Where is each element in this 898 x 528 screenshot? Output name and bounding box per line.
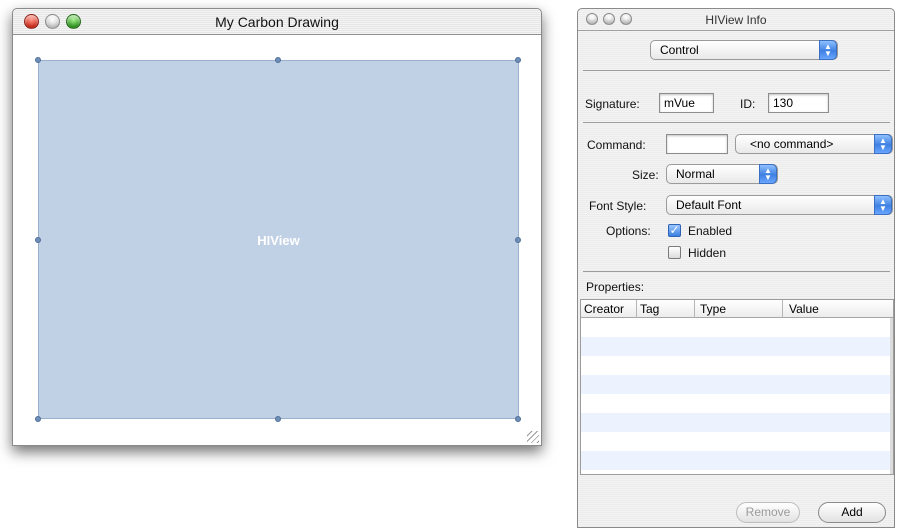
properties-label: Properties: [586,280,645,294]
add-button[interactable]: Add [818,502,886,523]
column-header-tag[interactable]: Tag [637,300,695,318]
size-label: Size: [632,168,659,182]
close-button[interactable] [24,14,39,29]
resize-handle-top[interactable] [275,57,281,63]
category-popup[interactable]: Control ▲ ▼ [650,40,838,60]
table-scrollbar[interactable] [890,318,893,474]
column-header-creator[interactable]: Creator [581,300,637,318]
resize-handle-right[interactable] [515,237,521,243]
close-button[interactable] [586,13,598,25]
resize-handle-bottom[interactable] [275,416,281,422]
window-controls [24,14,81,29]
font-style-popup-value: Default Font [676,198,742,212]
hiview-canvas[interactable]: HIView [38,60,519,419]
command-popup-value: <no command> [750,137,834,151]
command-label: Command: [587,138,646,152]
enabled-checkbox[interactable]: ✓ [668,224,681,237]
table-row[interactable] [581,318,893,337]
options-label: Options: [606,224,651,238]
window-resize-grip[interactable] [527,431,539,443]
table-header: Creator Tag Type Value [581,300,893,318]
id-field[interactable]: 130 [768,93,829,113]
info-window-titlebar[interactable]: HIView Info [578,9,894,31]
command-popup[interactable]: <no command> ▲ ▼ [735,134,893,154]
divider [583,122,890,123]
window-controls [586,13,632,25]
table-row[interactable] [581,413,893,432]
size-popup-value: Normal [676,167,715,181]
popup-arrows-icon: ▲ ▼ [874,195,892,215]
remove-button[interactable]: Remove [736,502,800,523]
resize-handle-bottom-left[interactable] [35,416,41,422]
signature-field[interactable]: mVue [659,93,714,113]
table-row[interactable] [581,394,893,413]
resize-handle-bottom-right[interactable] [515,416,521,422]
table-row[interactable] [581,432,893,451]
divider [583,271,890,272]
properties-table[interactable]: Creator Tag Type Value [580,299,894,475]
column-header-type[interactable]: Type [695,300,783,318]
table-row[interactable] [581,375,893,394]
popup-arrows-icon: ▲ ▼ [874,134,892,154]
id-label: ID: [740,97,756,111]
resize-handle-top-right[interactable] [515,57,521,63]
zoom-button[interactable] [66,14,81,29]
window-title: HIView Info [705,13,767,27]
resize-handle-left[interactable] [35,237,41,243]
info-window: HIView Info Control ▲ ▼ Signature: mVue I… [577,8,895,528]
table-row[interactable] [581,337,893,356]
popup-arrows-icon: ▲ ▼ [759,164,777,184]
enabled-label: Enabled [688,224,733,238]
hidden-label: Hidden [688,246,727,260]
column-header-value[interactable]: Value [783,300,891,318]
resize-handle-top-left[interactable] [35,57,41,63]
window-title: My Carbon Drawing [215,14,339,30]
table-row[interactable] [581,451,893,470]
minimize-button[interactable] [45,14,60,29]
font-style-popup[interactable]: Default Font ▲ ▼ [666,195,893,215]
hidden-checkbox[interactable] [668,246,681,259]
zoom-button[interactable] [620,13,632,25]
hiview-label: HIView [257,233,300,248]
category-popup-value: Control [660,43,699,57]
minimize-button[interactable] [603,13,615,25]
popup-arrows-icon: ▲ ▼ [819,40,837,60]
size-popup[interactable]: Normal ▲ ▼ [666,164,778,184]
drawing-window: My Carbon Drawing HIView [12,8,542,446]
divider [583,70,890,71]
signature-label: Signature: [585,97,640,111]
drawing-window-titlebar[interactable]: My Carbon Drawing [13,9,541,35]
font-style-label: Font Style: [589,199,647,213]
table-row[interactable] [581,356,893,375]
command-field[interactable] [666,134,728,154]
